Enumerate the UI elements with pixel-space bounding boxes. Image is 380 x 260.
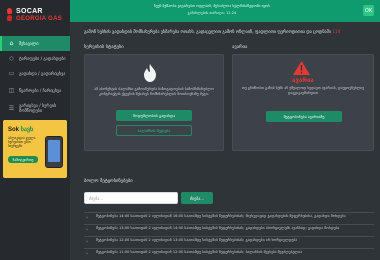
chevron-right-icon: › [86, 239, 88, 245]
message-text: შეტყობინება 12:00 საათიდან 2 ივლისიდან 1… [96, 238, 298, 242]
sidebar-item-tariffs[interactable]: ◇ ტარიფები / გადახდები [0, 51, 70, 66]
intro-highlight: 114 [332, 29, 341, 34]
phone-illustration [45, 136, 63, 168]
notice-banner: ჩვენ მუშაობა ვატარებთ ოფლაინ, შესაძლოა ხ… [70, 0, 380, 22]
banner-close-button[interactable]: OK [363, 5, 374, 16]
service-status-description: ამ აბონენტის ბალანსი გამოიწერება საზოგად… [94, 87, 214, 96]
sidebar-item-label: გადახდა / გადარიცხვა [19, 71, 66, 76]
topup-button[interactable]: ბალანსის შევსება [116, 125, 192, 136]
message-row[interactable]: › შეტყობინება 11:00 საათიდან 2 ივლისიდან… [84, 248, 374, 260]
sidebar-item-sources[interactable]: ◫ წყაროები / ჩარიცხვა [0, 81, 70, 99]
warning-icon [293, 61, 310, 75]
home-icon: ⌂ [9, 40, 14, 47]
flame-icon [144, 64, 156, 82]
sidebar: SOCAR GEORGIA GAS ⌂ შესავალი ◇ ტარიფები … [0, 0, 70, 260]
service-status-title: სერვისის სტატუსი [84, 45, 124, 50]
sidebar-item-label: ტარიფები / გადახდები [19, 56, 66, 61]
app-promo-banner[interactable]: Sok ხავხ აპლიკაცია ყველა სერვისით ერთ სი… [3, 120, 67, 178]
card-icon: ▭ [8, 70, 15, 77]
chevron-right-icon: › [86, 227, 88, 233]
emergency-description: თუ გრძნობთ გაზის სუნს ან უშუალოდ ხედავთ … [241, 86, 365, 95]
banner-line-2: განახლების თარიღი: 12.24 [187, 11, 237, 15]
banner-line-1: ჩვენ მუშაობა ვატარებთ ოფლაინ, შესაძლოა ხ… [153, 4, 271, 8]
chevron-right-icon: › [86, 215, 88, 221]
logo-text-top: SOCAR [16, 8, 43, 15]
tag-icon: ◇ [9, 55, 14, 62]
promo-download-button[interactable]: ჩამოტვირთე [8, 156, 38, 163]
emergency-title: ავარია [232, 45, 248, 50]
promo-brand: Sok ხავხ [8, 127, 34, 133]
promo-text: აპლიკაცია ყველა სერვისით ერთ სივრცეში [8, 136, 36, 148]
list-icon: ☰ [8, 104, 15, 112]
message-text: შეტყობინება 11:00 საათიდან 2 ივლისიდან 1… [96, 250, 302, 254]
chevron-right-icon: › [86, 251, 88, 257]
message-text: შეტყობინება 14:00 საათიდან 2 ივლისიდან 1… [96, 214, 346, 218]
logo-text-bottom: GEORGIA GAS [16, 16, 63, 22]
flame-logo-icon [6, 7, 13, 22]
wallet-icon: ◫ [8, 86, 15, 94]
sidebar-item-payment[interactable]: ▭ გადახდა / გადარიცხვა [0, 66, 70, 81]
socar-logo[interactable]: SOCAR GEORGIA GAS [6, 6, 66, 26]
sidebar-item-label: გარიცხვა / სერვის მომწოდები [19, 103, 57, 113]
sidebar-item-label: შესავალი [19, 41, 39, 46]
pay-button[interactable]: მოდუმლობის გადახდა [116, 110, 192, 121]
sidebar-item-home[interactable]: ⌂ შესავალი [0, 36, 70, 51]
recent-messages-title: ბოლო შეტყობინებები [84, 179, 133, 184]
search-button[interactable]: ძიება... [181, 192, 213, 204]
sidebar-item-services[interactable]: ☰ გარიცხვა / სერვის მომწოდები [0, 99, 70, 117]
report-emergency-button[interactable]: შეტყობინება ავარიაზე [266, 111, 342, 122]
sidebar-item-label: წყაროები / ჩარიცხვა [19, 87, 62, 93]
message-text: შეტყობინება 13:00 საათიდან 2 ივლისიდან 1… [96, 226, 340, 230]
intro-text: გამონ სესხის გადახდის მომსახურება ეხმარე… [84, 29, 341, 34]
search-input[interactable]: ძიება... [84, 192, 178, 204]
emergency-heading: ავარია [292, 77, 314, 84]
